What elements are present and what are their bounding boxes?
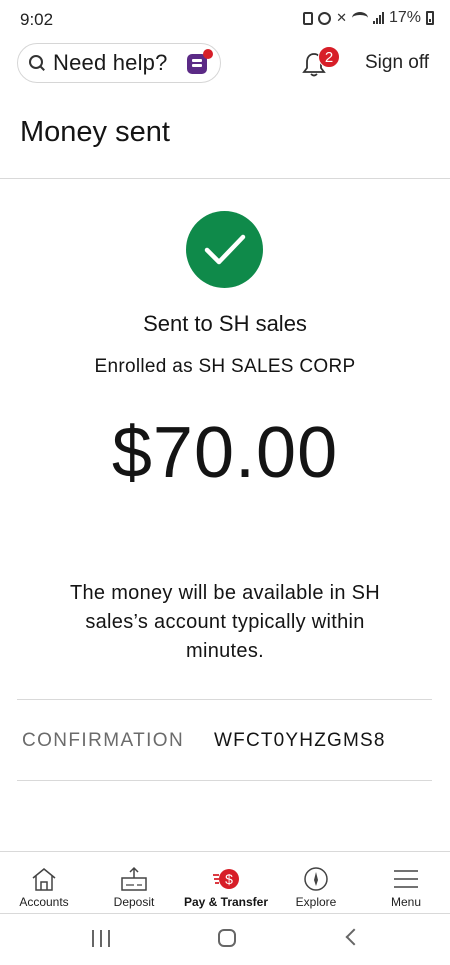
nav-explore[interactable]: Explore <box>286 852 346 914</box>
confirmation-top-divider <box>17 699 432 700</box>
notification-badge: 2 <box>318 46 340 68</box>
pay-transfer-icon: $ <box>213 869 239 889</box>
search-icon <box>28 54 46 72</box>
status-bar: 9:02 ✕ 17% <box>0 0 450 38</box>
notifications-button[interactable]: 2 <box>300 46 340 80</box>
sign-off-link[interactable]: Sign off <box>365 52 429 74</box>
nav-pay-transfer[interactable]: $ Pay & Transfer <box>181 852 271 914</box>
nav-explore-label: Explore <box>295 895 337 909</box>
deposit-icon <box>121 866 147 891</box>
page-title: Money sent <box>20 116 170 148</box>
need-help-label: Need help? <box>53 50 168 75</box>
svg-text:$: $ <box>225 871 233 887</box>
confirmation-label: CONFIRMATION <box>22 730 185 751</box>
compass-icon <box>304 867 328 891</box>
nav-deposit[interactable]: Deposit <box>104 852 164 914</box>
amount-sent: $70.00 <box>111 413 339 493</box>
nav-deposit-label: Deposit <box>113 895 155 909</box>
confirmation-number: WFCT0YHZGMS8 <box>214 730 386 751</box>
success-check-icon <box>186 211 263 288</box>
sent-to-text: Sent to SH sales <box>143 311 307 336</box>
clipboard-icon <box>303 11 314 25</box>
nav-pay-transfer-label: Pay & Transfer <box>183 895 269 909</box>
bottom-nav: Accounts Deposit $ Pay & Transfer Explor… <box>0 851 450 914</box>
home-button[interactable] <box>218 929 236 947</box>
mute-icon: ✕ <box>336 10 347 25</box>
status-icons: ✕ 17% <box>303 9 434 27</box>
alarm-icon <box>318 11 332 25</box>
status-time: 9:02 <box>20 10 54 29</box>
system-nav-bar <box>0 914 450 965</box>
need-help-search[interactable]: Need help? <box>17 43 221 83</box>
home-icon <box>32 868 56 891</box>
nav-accounts[interactable]: Accounts <box>14 852 74 914</box>
wifi-icon <box>351 12 368 24</box>
back-button[interactable] <box>345 928 363 946</box>
hamburger-menu-icon <box>394 870 418 888</box>
battery-icon <box>426 11 434 25</box>
nav-menu[interactable]: Menu <box>376 852 436 914</box>
nav-accounts-label: Accounts <box>19 895 69 909</box>
nav-menu-label: Menu <box>390 895 422 909</box>
signal-icon <box>372 12 384 24</box>
header-divider <box>0 178 450 179</box>
recents-button[interactable] <box>92 930 110 947</box>
assistant-icon[interactable] <box>184 48 214 78</box>
confirmation-bottom-divider <box>17 780 432 781</box>
battery-percent: 17% <box>388 9 421 26</box>
availability-note: The money will be available in SH sales’… <box>69 582 381 662</box>
enrolled-as-text: Enrolled as SH SALES CORP <box>94 356 356 377</box>
